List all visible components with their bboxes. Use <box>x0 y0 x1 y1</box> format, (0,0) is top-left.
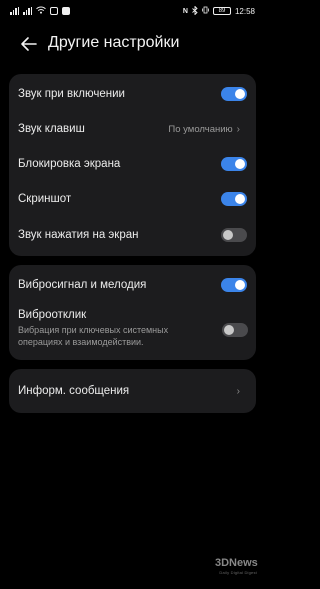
signal-2-icon <box>23 7 32 15</box>
setting-description: Вибрация при ключевых системных операция… <box>18 325 169 347</box>
app-notification-icon <box>62 7 70 15</box>
toggle-knob <box>235 194 245 204</box>
page-title: Другие настройки <box>48 34 180 51</box>
toggle-knob <box>235 89 245 99</box>
toggle-knob <box>223 230 233 240</box>
toggle-knob <box>235 280 245 290</box>
info-messages-chevron: › <box>237 386 240 397</box>
setting-label: Скриншот <box>18 193 72 205</box>
settings-card-info: Информ. сообщения › <box>9 369 256 413</box>
setting-label: Вибросигнал и мелодия <box>18 279 147 291</box>
screen-lock-toggle[interactable] <box>221 157 247 171</box>
watermark-tagline: Daily Digital Digest <box>219 570 257 575</box>
setting-row-touch-sound[interactable]: Звук нажатия на экран <box>9 217 256 253</box>
signal-icon <box>10 7 19 15</box>
setting-row-info-messages[interactable]: Информ. сообщения › <box>9 373 256 409</box>
power-on-sound-toggle[interactable] <box>221 87 247 101</box>
battery-icon: 89 <box>212 7 231 15</box>
setting-label: Информ. сообщения <box>18 385 130 397</box>
chevron-right-icon: › <box>236 123 240 135</box>
touch-sound-toggle[interactable] <box>221 228 247 242</box>
wifi-icon <box>36 6 46 16</box>
settings-card-vibration: Вибросигнал и мелодия Виброотклик Вибрац… <box>9 265 256 360</box>
status-bar-right: N 89 12:58 <box>182 4 255 17</box>
watermark-logo: 3DNews Daily Digital Digest <box>215 557 258 577</box>
setting-row-screenshot[interactable]: Скриншот <box>9 181 256 217</box>
screenshot-toggle[interactable] <box>221 192 247 206</box>
setting-label: Виброотклик <box>18 309 87 321</box>
chevron-right-icon: › <box>236 385 240 397</box>
back-arrow-icon <box>21 37 37 51</box>
setting-row-screen-lock[interactable]: Блокировка экрана <box>9 146 256 182</box>
vibro-melody-toggle[interactable] <box>221 278 247 292</box>
status-bar: N 89 12:58 <box>0 0 265 22</box>
page-header: Другие настройки <box>0 30 265 58</box>
setting-row-key-sound[interactable]: Звук клавиш По умолчанию › <box>9 111 256 147</box>
setting-label: Блокировка экрана <box>18 158 121 170</box>
watermark-logo-text: 3DNews <box>215 557 258 569</box>
status-bar-left <box>10 6 70 16</box>
settings-card-sound: Звук при включении Звук клавиш По умолча… <box>9 74 256 256</box>
setting-label: Звук нажатия на экран <box>18 229 139 241</box>
nfc-icon: N <box>182 7 188 15</box>
setting-row-vibro-melody[interactable]: Вибросигнал и мелодия <box>9 267 256 303</box>
vibrate-icon <box>202 6 209 16</box>
notification-icon <box>50 7 58 15</box>
toggle-knob <box>235 159 245 169</box>
setting-label: Звук при включении <box>18 88 125 100</box>
bluetooth-icon <box>192 4 198 17</box>
toggle-knob <box>224 325 234 335</box>
setting-row-power-on-sound[interactable]: Звук при включении <box>9 76 256 112</box>
back-button[interactable] <box>18 33 40 55</box>
vibro-response-toggle[interactable] <box>222 323 248 337</box>
status-time: 12:58 <box>234 6 255 16</box>
key-sound-value: По умолчанию › <box>168 124 240 135</box>
setting-row-vibro-response[interactable]: Виброотклик Вибрация при ключевых систем… <box>18 309 248 355</box>
setting-value: По умолчанию <box>168 123 233 135</box>
setting-label: Звук клавиш <box>18 123 85 135</box>
